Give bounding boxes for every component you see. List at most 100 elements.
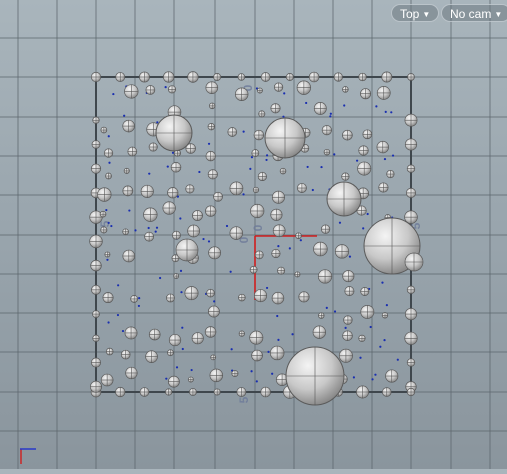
sphere	[321, 125, 332, 136]
sphere	[251, 149, 260, 157]
point-marker	[271, 372, 274, 375]
sphere	[127, 146, 138, 157]
sphere	[285, 346, 345, 406]
sphere	[238, 293, 246, 302]
sphere	[378, 182, 389, 193]
sphere	[92, 310, 100, 318]
sphere	[269, 345, 285, 361]
sphere	[213, 73, 222, 81]
sphere	[341, 172, 350, 181]
point-marker	[396, 358, 399, 361]
point-marker	[207, 240, 211, 243]
scene-viewport[interactable]: -5 0 5 0 5 0 Top ▼ No cam ▼	[0, 0, 507, 469]
sphere	[250, 203, 265, 219]
sphere	[260, 72, 271, 82]
sphere	[406, 285, 416, 295]
view-menu-button[interactable]: Top ▼	[391, 4, 440, 22]
sphere	[173, 273, 180, 279]
sphere	[313, 241, 328, 257]
point-marker	[276, 314, 279, 318]
sphere	[92, 334, 100, 342]
chevron-down-icon: ▼	[422, 10, 431, 19]
axis-indicator-icon	[20, 448, 36, 464]
point-marker	[108, 161, 111, 164]
point-marker	[383, 339, 386, 342]
point-marker	[138, 297, 141, 300]
point-marker	[179, 217, 182, 220]
point-marker	[265, 158, 268, 162]
view-menu-label: Top	[400, 7, 420, 21]
sphere	[162, 201, 176, 215]
grid-lines	[0, 0, 507, 469]
point-marker	[371, 378, 374, 381]
sphere	[298, 291, 310, 303]
point-marker	[242, 193, 245, 196]
sphere	[308, 71, 320, 83]
point-marker	[320, 165, 323, 169]
point-marker	[277, 338, 280, 342]
sphere	[231, 370, 239, 378]
sphere	[318, 312, 325, 319]
sphere	[404, 138, 418, 151]
point-marker	[198, 170, 201, 174]
scene-canvas[interactable]: -5050 50	[0, 0, 507, 469]
point-marker	[311, 188, 314, 192]
sphere	[163, 71, 175, 83]
sphere	[271, 190, 285, 204]
sphere	[381, 71, 393, 83]
sphere	[105, 347, 114, 356]
sphere	[105, 172, 112, 180]
sphere	[295, 232, 302, 240]
point-marker	[242, 130, 245, 133]
sphere	[187, 224, 201, 238]
sphere	[229, 226, 244, 240]
sphere	[189, 388, 197, 396]
point-marker	[154, 230, 157, 233]
sphere	[254, 250, 264, 260]
point-marker	[166, 165, 169, 168]
sphere	[191, 332, 204, 345]
point-marker	[375, 105, 378, 108]
point-marker	[305, 101, 308, 105]
sphere	[376, 140, 389, 154]
sphere	[376, 86, 391, 100]
point-marker	[391, 154, 395, 157]
sphere	[187, 71, 199, 83]
point-marker	[379, 345, 382, 348]
sphere	[406, 358, 416, 367]
point-marker	[306, 165, 309, 169]
sphere	[313, 102, 327, 115]
sphere	[360, 88, 372, 100]
sphere	[382, 387, 392, 397]
sphere	[251, 349, 263, 362]
sphere	[333, 72, 343, 82]
sphere	[253, 129, 265, 141]
point-marker	[107, 321, 110, 324]
point-marker	[381, 281, 384, 284]
point-marker	[181, 326, 184, 329]
sphere	[185, 184, 195, 194]
sphere	[252, 186, 260, 194]
point-marker	[106, 258, 109, 261]
sphere	[270, 208, 283, 221]
sphere	[385, 369, 399, 383]
point-marker	[267, 350, 270, 353]
camera-menu-label: No cam	[450, 7, 492, 21]
sphere	[206, 288, 215, 298]
point-marker	[343, 104, 346, 107]
sphere	[115, 72, 126, 82]
sphere	[404, 252, 424, 272]
point-marker	[344, 326, 347, 329]
sphere	[342, 129, 353, 141]
sphere	[100, 126, 108, 134]
sphere	[342, 86, 349, 93]
point-marker	[333, 153, 336, 156]
sphere	[204, 326, 217, 338]
point-marker	[175, 366, 179, 369]
point-marker	[288, 247, 291, 250]
sphere	[91, 357, 101, 368]
camera-menu-button[interactable]: No cam ▼	[441, 4, 507, 22]
sphere	[123, 167, 130, 174]
sphere	[207, 169, 218, 180]
sphere	[130, 295, 139, 303]
